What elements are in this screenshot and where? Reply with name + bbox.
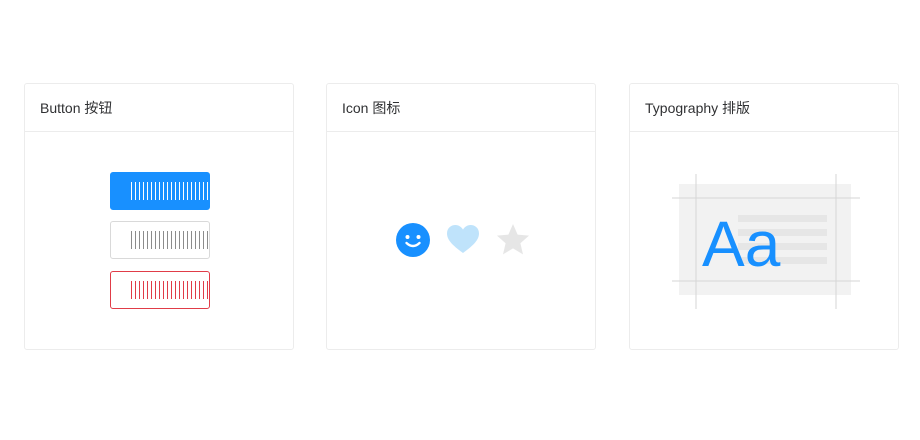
card-preview-icon: [327, 132, 595, 350]
primary-button-illustration: [110, 172, 210, 210]
card-title: Typography 排版: [630, 84, 898, 132]
button-label-placeholder: [131, 281, 209, 299]
component-overview: Button 按钮 Icon 图标 Typography 排版 Aa: [0, 0, 920, 440]
default-button-illustration: [110, 221, 210, 259]
card-icon[interactable]: Icon 图标: [326, 83, 596, 350]
typography-sample-text: Aa: [702, 208, 781, 280]
card-title: Button 按钮: [25, 84, 293, 132]
card-button[interactable]: Button 按钮: [24, 83, 294, 350]
card-typography[interactable]: Typography 排版 Aa: [629, 83, 899, 350]
card-title: Icon 图标: [327, 84, 595, 132]
typography-illustration: Aa: [672, 174, 860, 309]
danger-button-illustration: [110, 271, 210, 309]
smile-icon: [396, 223, 430, 257]
icon-samples: [395, 222, 531, 258]
heart-icon: [447, 225, 479, 253]
button-label-placeholder: [131, 231, 209, 249]
button-label-placeholder: [131, 182, 209, 200]
card-preview-button: [25, 132, 293, 350]
star-icon: [497, 224, 529, 255]
card-preview-typography: Aa: [630, 132, 898, 350]
